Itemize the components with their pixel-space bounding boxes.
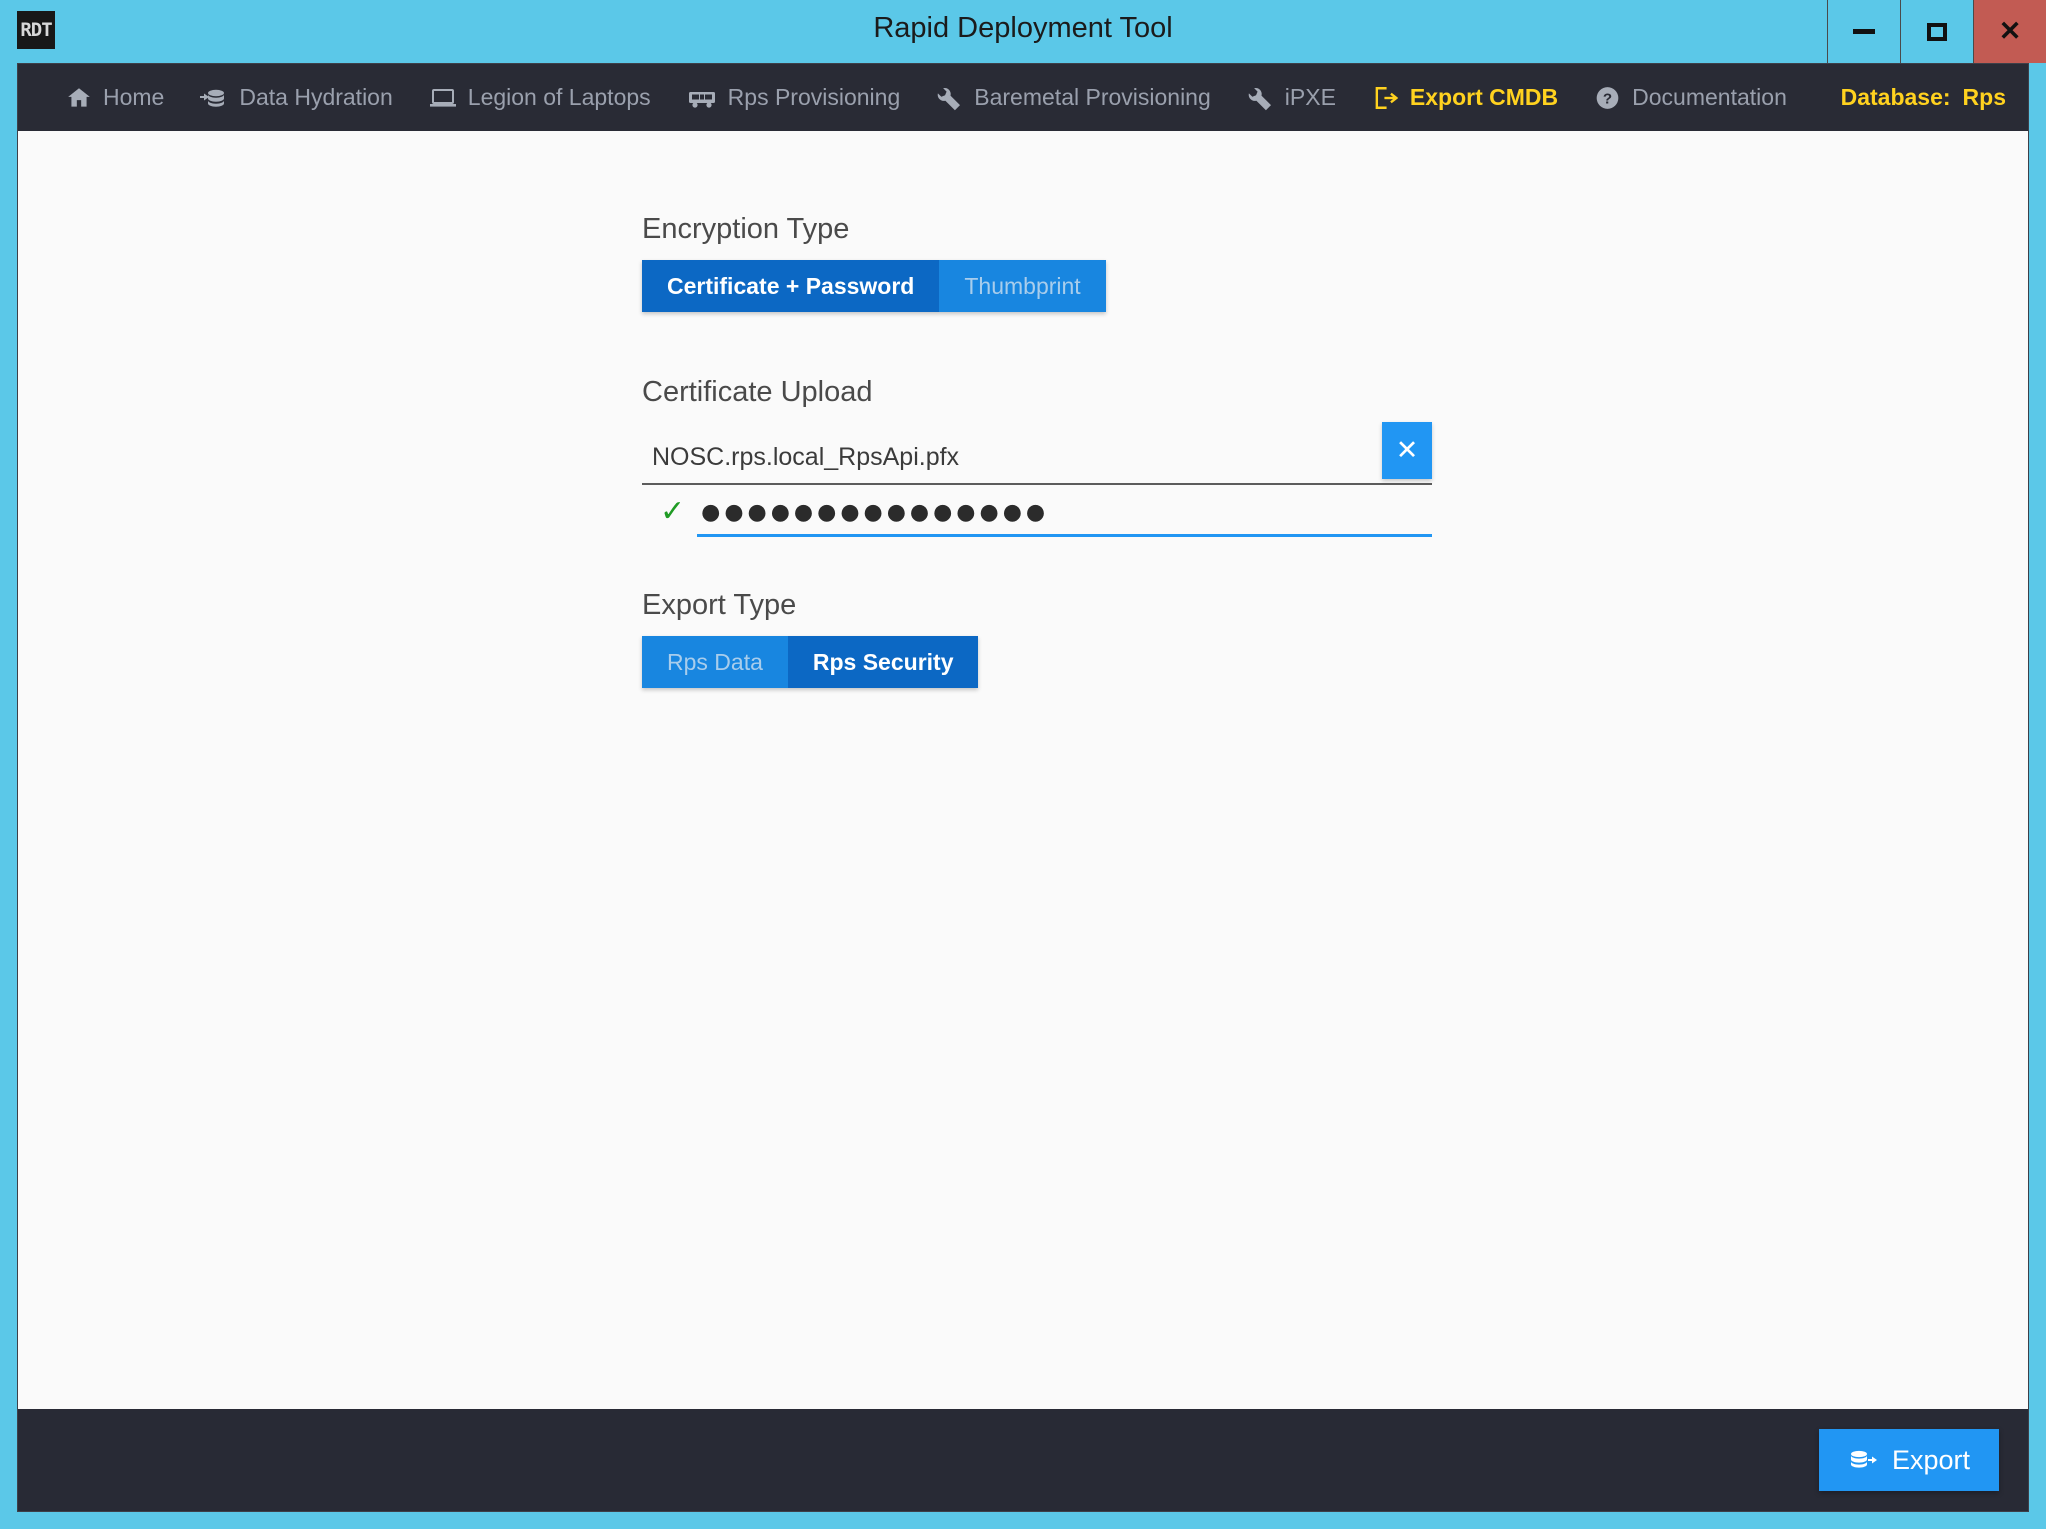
window-title: Rapid Deployment Tool	[873, 12, 1173, 44]
export-type-label: Export Type	[642, 589, 797, 621]
nav-item-home[interactable]: Home	[48, 64, 182, 131]
svg-text:?: ?	[1603, 90, 1612, 107]
application-window: RDT Rapid Deployment Tool ✕ Home Data Hy…	[0, 0, 2046, 1529]
wrench-icon	[1247, 85, 1274, 111]
maximize-button[interactable]	[1900, 0, 1973, 63]
minimize-button[interactable]	[1827, 0, 1900, 63]
nav-item-documentation[interactable]: ? Documentation	[1576, 64, 1805, 131]
nav-label-export-cmdb: Export CMDB	[1409, 84, 1559, 110]
certificate-password-input[interactable]: ●●●●●●●●●●●●●●●	[697, 497, 1432, 537]
title-bar: RDT Rapid Deployment Tool ✕	[0, 0, 2046, 63]
nav-label-ipxe: iPXE	[1284, 84, 1336, 110]
encryption-type-toggle-group: Certificate + Password Thumbprint	[642, 260, 1106, 312]
window-body: Home Data Hydration Legion of Laptops Rp…	[17, 63, 2029, 1512]
nav-label-data-hydration: Data Hydration	[239, 84, 393, 110]
database-status: Database: Rps	[1841, 84, 2006, 111]
export-type-section: Export Type Rps Data Rps Security	[642, 589, 2028, 688]
password-valid-check-icon: ✓	[660, 494, 686, 529]
encryption-option-thumbprint[interactable]: Thumbprint	[939, 260, 1106, 312]
nav-item-export-cmdb[interactable]: Export CMDB	[1354, 64, 1576, 131]
export-option-rps-data[interactable]: Rps Data	[642, 636, 788, 688]
nav-label-rps-provisioning: Rps Provisioning	[727, 84, 901, 110]
encryption-type-label: Encryption Type	[642, 213, 850, 245]
database-status-value: Rps	[1962, 84, 2006, 110]
laptop-icon	[429, 85, 457, 111]
certificate-file-row: NOSC.rps.local_RpsApi.pfx ✕	[642, 422, 1432, 485]
nav-label-legion-of-laptops: Legion of Laptops	[467, 84, 651, 110]
export-button[interactable]: Export	[1818, 1429, 1999, 1491]
minimize-icon	[1853, 29, 1875, 34]
wrench-icon	[936, 85, 963, 111]
database-status-label: Database:	[1840, 84, 1951, 110]
nav-item-legion-of-laptops[interactable]: Legion of Laptops	[411, 64, 669, 131]
export-icon	[1372, 85, 1399, 111]
export-button-label: Export	[1891, 1444, 1970, 1475]
main-navigation: Home Data Hydration Legion of Laptops Rp…	[18, 64, 2028, 131]
database-arrow-icon	[200, 85, 228, 111]
export-option-rps-security[interactable]: Rps Security	[787, 636, 979, 688]
encryption-type-section: Encryption Type Certificate + Password T…	[642, 213, 2028, 312]
export-type-toggle-group: Rps Data Rps Security	[642, 636, 979, 688]
close-icon: ✕	[1998, 16, 2022, 46]
certificate-upload-section: Certificate Upload NOSC.rps.local_RpsApi…	[642, 376, 2028, 537]
nav-item-data-hydration[interactable]: Data Hydration	[182, 64, 410, 131]
nav-label-home: Home	[103, 84, 165, 110]
truck-icon	[687, 85, 717, 111]
home-icon	[66, 85, 92, 111]
window-controls: ✕	[1827, 0, 2046, 63]
nav-label-baremetal-provisioning: Baremetal Provisioning	[974, 84, 1211, 110]
help-circle-icon: ?	[1594, 85, 1621, 111]
clear-certificate-button[interactable]: ✕	[1382, 422, 1432, 479]
nav-item-ipxe[interactable]: iPXE	[1229, 64, 1354, 131]
close-button[interactable]: ✕	[1973, 0, 2046, 63]
nav-item-rps-provisioning[interactable]: Rps Provisioning	[669, 64, 919, 131]
main-content: Encryption Type Certificate + Password T…	[18, 131, 2028, 1409]
encryption-option-certificate-password[interactable]: Certificate + Password	[642, 260, 940, 312]
certificate-password-row: ✓ ●●●●●●●●●●●●●●●	[642, 497, 1432, 537]
maximize-icon	[1927, 22, 1947, 41]
footer-bar: Export	[18, 1409, 2028, 1511]
certificate-upload-label: Certificate Upload	[642, 376, 873, 408]
nav-label-documentation: Documentation	[1632, 84, 1787, 110]
database-export-icon	[1848, 1447, 1878, 1473]
nav-item-baremetal-provisioning[interactable]: Baremetal Provisioning	[918, 64, 1229, 131]
certificate-filename-input[interactable]: NOSC.rps.local_RpsApi.pfx	[642, 425, 1432, 485]
close-icon: ✕	[1395, 435, 1419, 465]
